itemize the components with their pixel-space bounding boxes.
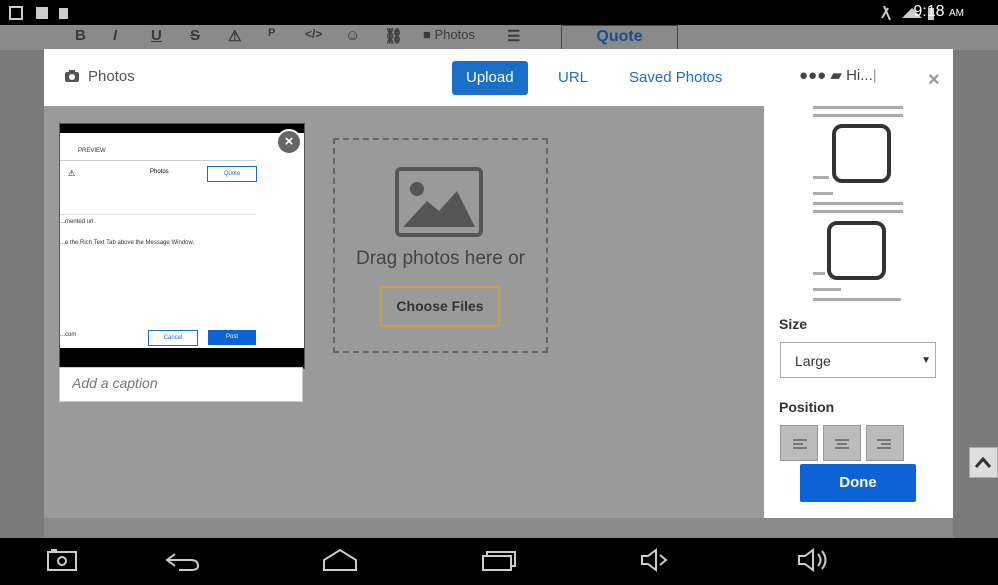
tab-url[interactable]: URL [544, 61, 602, 95]
recent-apps-icon[interactable] [481, 548, 517, 572]
italic-icon: I [113, 27, 118, 44]
editor-toolbar: B I U S ⚠ P </> ☺ ⛓ ■ Photos ☰ [0, 25, 998, 50]
strikethrough-icon: S [190, 27, 201, 44]
dropdown-arrow-icon: ▼ [921, 355, 931, 366]
clock: 9:18 AM [913, 3, 964, 20]
underline-icon: U [151, 27, 162, 44]
volume-down-icon[interactable] [640, 548, 670, 572]
caption-field[interactable] [59, 367, 303, 402]
camera-icon [65, 70, 79, 82]
choose-files-button[interactable]: Choose Files [380, 286, 500, 327]
position-label: Position [779, 399, 835, 415]
system-nav-bar [0, 538, 998, 585]
folder-icon: ▰ [830, 67, 842, 84]
align-center-button[interactable] [823, 425, 861, 461]
align-center-icon [835, 439, 849, 449]
paragraph-icon: P [268, 27, 276, 39]
back-icon[interactable] [165, 548, 201, 572]
dropzone-text: Drag photos here or [356, 248, 525, 269]
align-left-icon [793, 439, 807, 449]
photos-toolbar-label: ■ Photos [423, 27, 475, 42]
photos-modal: Photos Upload URL Saved Photos ●●● ▰ Hi.… [44, 49, 953, 518]
emoji-icon: ☺ [345, 27, 361, 44]
quote-tab: Quote [561, 25, 678, 50]
settings-panel: Size Large ▼ Position Done [764, 106, 953, 518]
size-select[interactable]: Large ▼ [780, 342, 936, 378]
notification-icons [9, 6, 68, 20]
align-right-icon [877, 439, 891, 449]
modal-title: Photos [88, 68, 135, 85]
tab-upload[interactable]: Upload [452, 61, 528, 95]
bold-icon: B [75, 27, 86, 44]
more-icon[interactable]: ●●● [799, 67, 826, 84]
size-label: Size [779, 316, 808, 332]
tab-saved-photos[interactable]: Saved Photos [615, 61, 736, 95]
done-button[interactable]: Done [800, 464, 916, 502]
thumbnail-navbar [60, 348, 304, 368]
breadcrumb[interactable]: ●●● ▰ Hi...| [799, 66, 877, 84]
warning-icon: ⚠ [228, 28, 242, 45]
code-icon: </> [305, 27, 323, 41]
link-icon: ⛓ [384, 28, 404, 45]
layout-preview-icon [813, 106, 903, 301]
align-right-button[interactable] [866, 425, 904, 461]
home-icon[interactable] [322, 548, 358, 572]
upload-area: PREVIEW ⚠ Photos Quote ...mented url. ..… [44, 106, 764, 518]
caption-input[interactable] [70, 368, 294, 398]
image-placeholder-icon [395, 167, 483, 237]
volume-up-icon[interactable] [797, 548, 831, 574]
photo-thumbnail[interactable]: PREVIEW ⚠ Photos Quote ...mented url. ..… [59, 123, 305, 369]
scroll-up-button[interactable] [969, 447, 998, 478]
screenshot-icon[interactable] [47, 548, 79, 572]
list-icon: ☰ [507, 28, 521, 45]
align-left-button[interactable] [780, 425, 818, 461]
chevron-up-icon [974, 456, 992, 468]
status-bar: 9:18 AM [0, 0, 998, 25]
modal-header: Photos Upload URL Saved Photos ●●● ▰ Hi.… [44, 49, 953, 107]
close-icon[interactable]: × [928, 69, 940, 92]
remove-photo-icon[interactable]: × [276, 129, 302, 155]
